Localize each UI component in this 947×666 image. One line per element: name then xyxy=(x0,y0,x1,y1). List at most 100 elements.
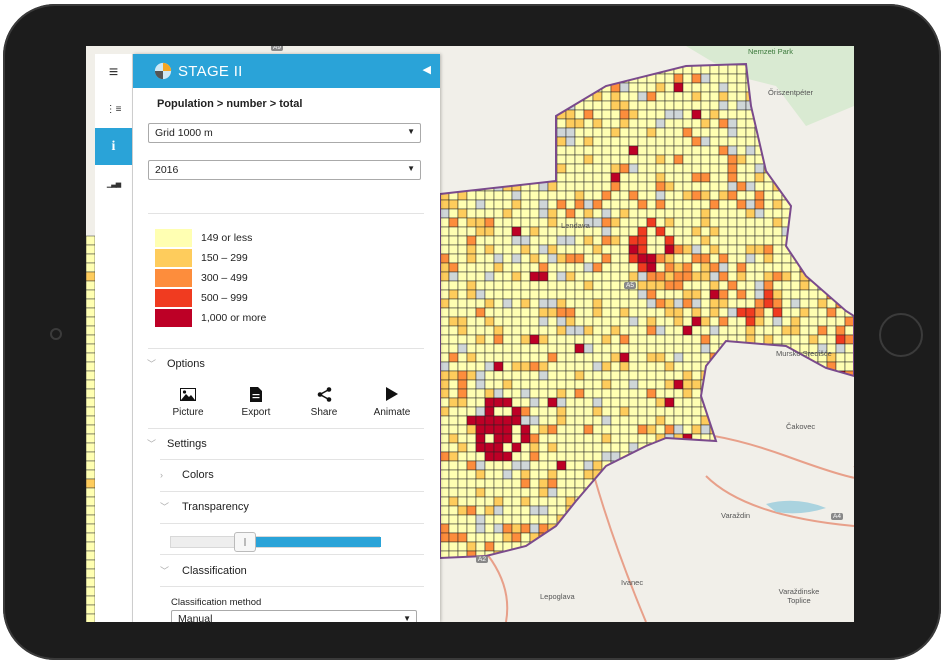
menu-icon[interactable]: ≡ xyxy=(95,54,132,91)
grid-cell xyxy=(628,370,639,381)
grid-cell xyxy=(529,190,540,201)
grid-cell xyxy=(655,370,666,381)
grid-cell xyxy=(655,109,666,120)
grid-cell xyxy=(511,190,522,201)
grid-cell xyxy=(592,388,603,399)
bar-chart-icon[interactable]: ▁▃▅ xyxy=(95,165,132,202)
grid-cell xyxy=(86,361,96,372)
grid-cell xyxy=(493,541,504,552)
grid-cell xyxy=(86,280,96,291)
info-icon[interactable]: i xyxy=(95,128,132,165)
grid-cell xyxy=(601,136,612,147)
grid-cell xyxy=(448,505,459,516)
grid-cell xyxy=(673,343,684,354)
grid-cell xyxy=(628,190,639,201)
grid-cell xyxy=(781,325,792,336)
transparency-slider[interactable] xyxy=(170,532,381,552)
grid-cell xyxy=(736,307,747,318)
grid-cell xyxy=(86,298,96,309)
grid-cell xyxy=(574,271,585,282)
picture-button[interactable]: Picture xyxy=(163,387,213,418)
grid-cell xyxy=(86,541,96,552)
grid-cell xyxy=(646,136,657,147)
transparency-section-toggle[interactable]: ﹀ Transparency xyxy=(160,500,249,513)
grid-select[interactable]: Grid 1000 m ▼ xyxy=(148,123,421,143)
grid-cell xyxy=(682,127,693,138)
colors-label: Colors xyxy=(182,469,214,481)
grid-cell xyxy=(664,190,675,201)
grid-cell xyxy=(565,352,576,363)
grid-cell xyxy=(583,406,594,417)
grid-cell xyxy=(466,487,477,498)
grid-cell xyxy=(583,244,594,255)
grid-cell xyxy=(781,307,792,318)
grid-cell xyxy=(475,208,486,219)
grid-cell xyxy=(682,199,693,210)
grid-cell xyxy=(700,208,711,219)
grid-cell xyxy=(511,505,522,516)
grid-cell xyxy=(700,82,711,93)
year-select[interactable]: 2016 ▼ xyxy=(148,160,421,180)
classification-section-toggle[interactable]: ﹀ Classification xyxy=(160,564,247,577)
chevron-left-icon[interactable]: ◀ xyxy=(423,63,431,76)
animate-button[interactable]: Animate xyxy=(367,387,417,418)
transparency-slider-handle[interactable] xyxy=(234,532,256,552)
grid-cell xyxy=(745,307,756,318)
grid-cell xyxy=(700,334,711,345)
grid-cell xyxy=(440,316,450,327)
grid-cell xyxy=(547,271,558,282)
grid-cell xyxy=(86,253,96,264)
options-section-toggle[interactable]: ﹀ Options xyxy=(147,357,205,370)
grid-cell xyxy=(565,208,576,219)
layer-tree-icon[interactable]: ⋮≡ xyxy=(95,91,132,128)
grid-cell xyxy=(646,325,657,336)
grid-cell xyxy=(790,316,801,327)
grid-cell xyxy=(493,316,504,327)
home-button[interactable] xyxy=(879,313,923,357)
grid-cell xyxy=(835,325,846,336)
grid-cell xyxy=(745,253,756,264)
settings-section-toggle[interactable]: ﹀ Settings xyxy=(147,437,207,450)
grid-cell xyxy=(583,316,594,327)
grid-cell xyxy=(484,217,495,228)
grid-cell xyxy=(466,235,477,246)
classification-method-select[interactable]: Manual ▼ xyxy=(171,610,417,622)
grid-cell xyxy=(520,235,531,246)
grid-cell xyxy=(610,370,621,381)
grid-cell xyxy=(466,352,477,363)
grid-cell xyxy=(520,397,531,408)
grid-cell xyxy=(86,244,96,255)
grid-cell xyxy=(754,208,765,219)
grid-cell xyxy=(86,271,96,282)
grid-cell xyxy=(493,289,504,300)
share-button[interactable]: Share xyxy=(299,387,349,418)
grid-cell xyxy=(475,532,486,543)
grid-cell xyxy=(565,181,576,192)
grid-cell xyxy=(493,397,504,408)
export-label: Export xyxy=(241,407,271,418)
grid-cell xyxy=(709,235,720,246)
grid-cell xyxy=(440,325,450,336)
grid-cell xyxy=(574,262,585,273)
grid-cell xyxy=(574,433,585,444)
grid-cell xyxy=(673,118,684,129)
grid-cell xyxy=(520,253,531,264)
grid-cell xyxy=(727,73,738,84)
grid-cell xyxy=(673,325,684,336)
grid-cell xyxy=(475,298,486,309)
grid-cell xyxy=(709,64,720,75)
grid-cell xyxy=(700,262,711,273)
grid-cell xyxy=(520,433,531,444)
colors-section-toggle[interactable]: › Colors xyxy=(160,469,214,481)
grid-cell xyxy=(745,190,756,201)
grid-cell xyxy=(457,541,468,552)
grid-cell xyxy=(574,154,585,165)
grid-cell xyxy=(610,343,621,354)
grid-cell xyxy=(556,136,567,147)
grid-cell xyxy=(628,424,639,435)
grid-cell xyxy=(457,262,468,273)
grid-cell xyxy=(547,343,558,354)
grid-cell xyxy=(754,325,765,336)
export-button[interactable]: Export xyxy=(231,387,281,418)
grid-cell xyxy=(763,289,774,300)
